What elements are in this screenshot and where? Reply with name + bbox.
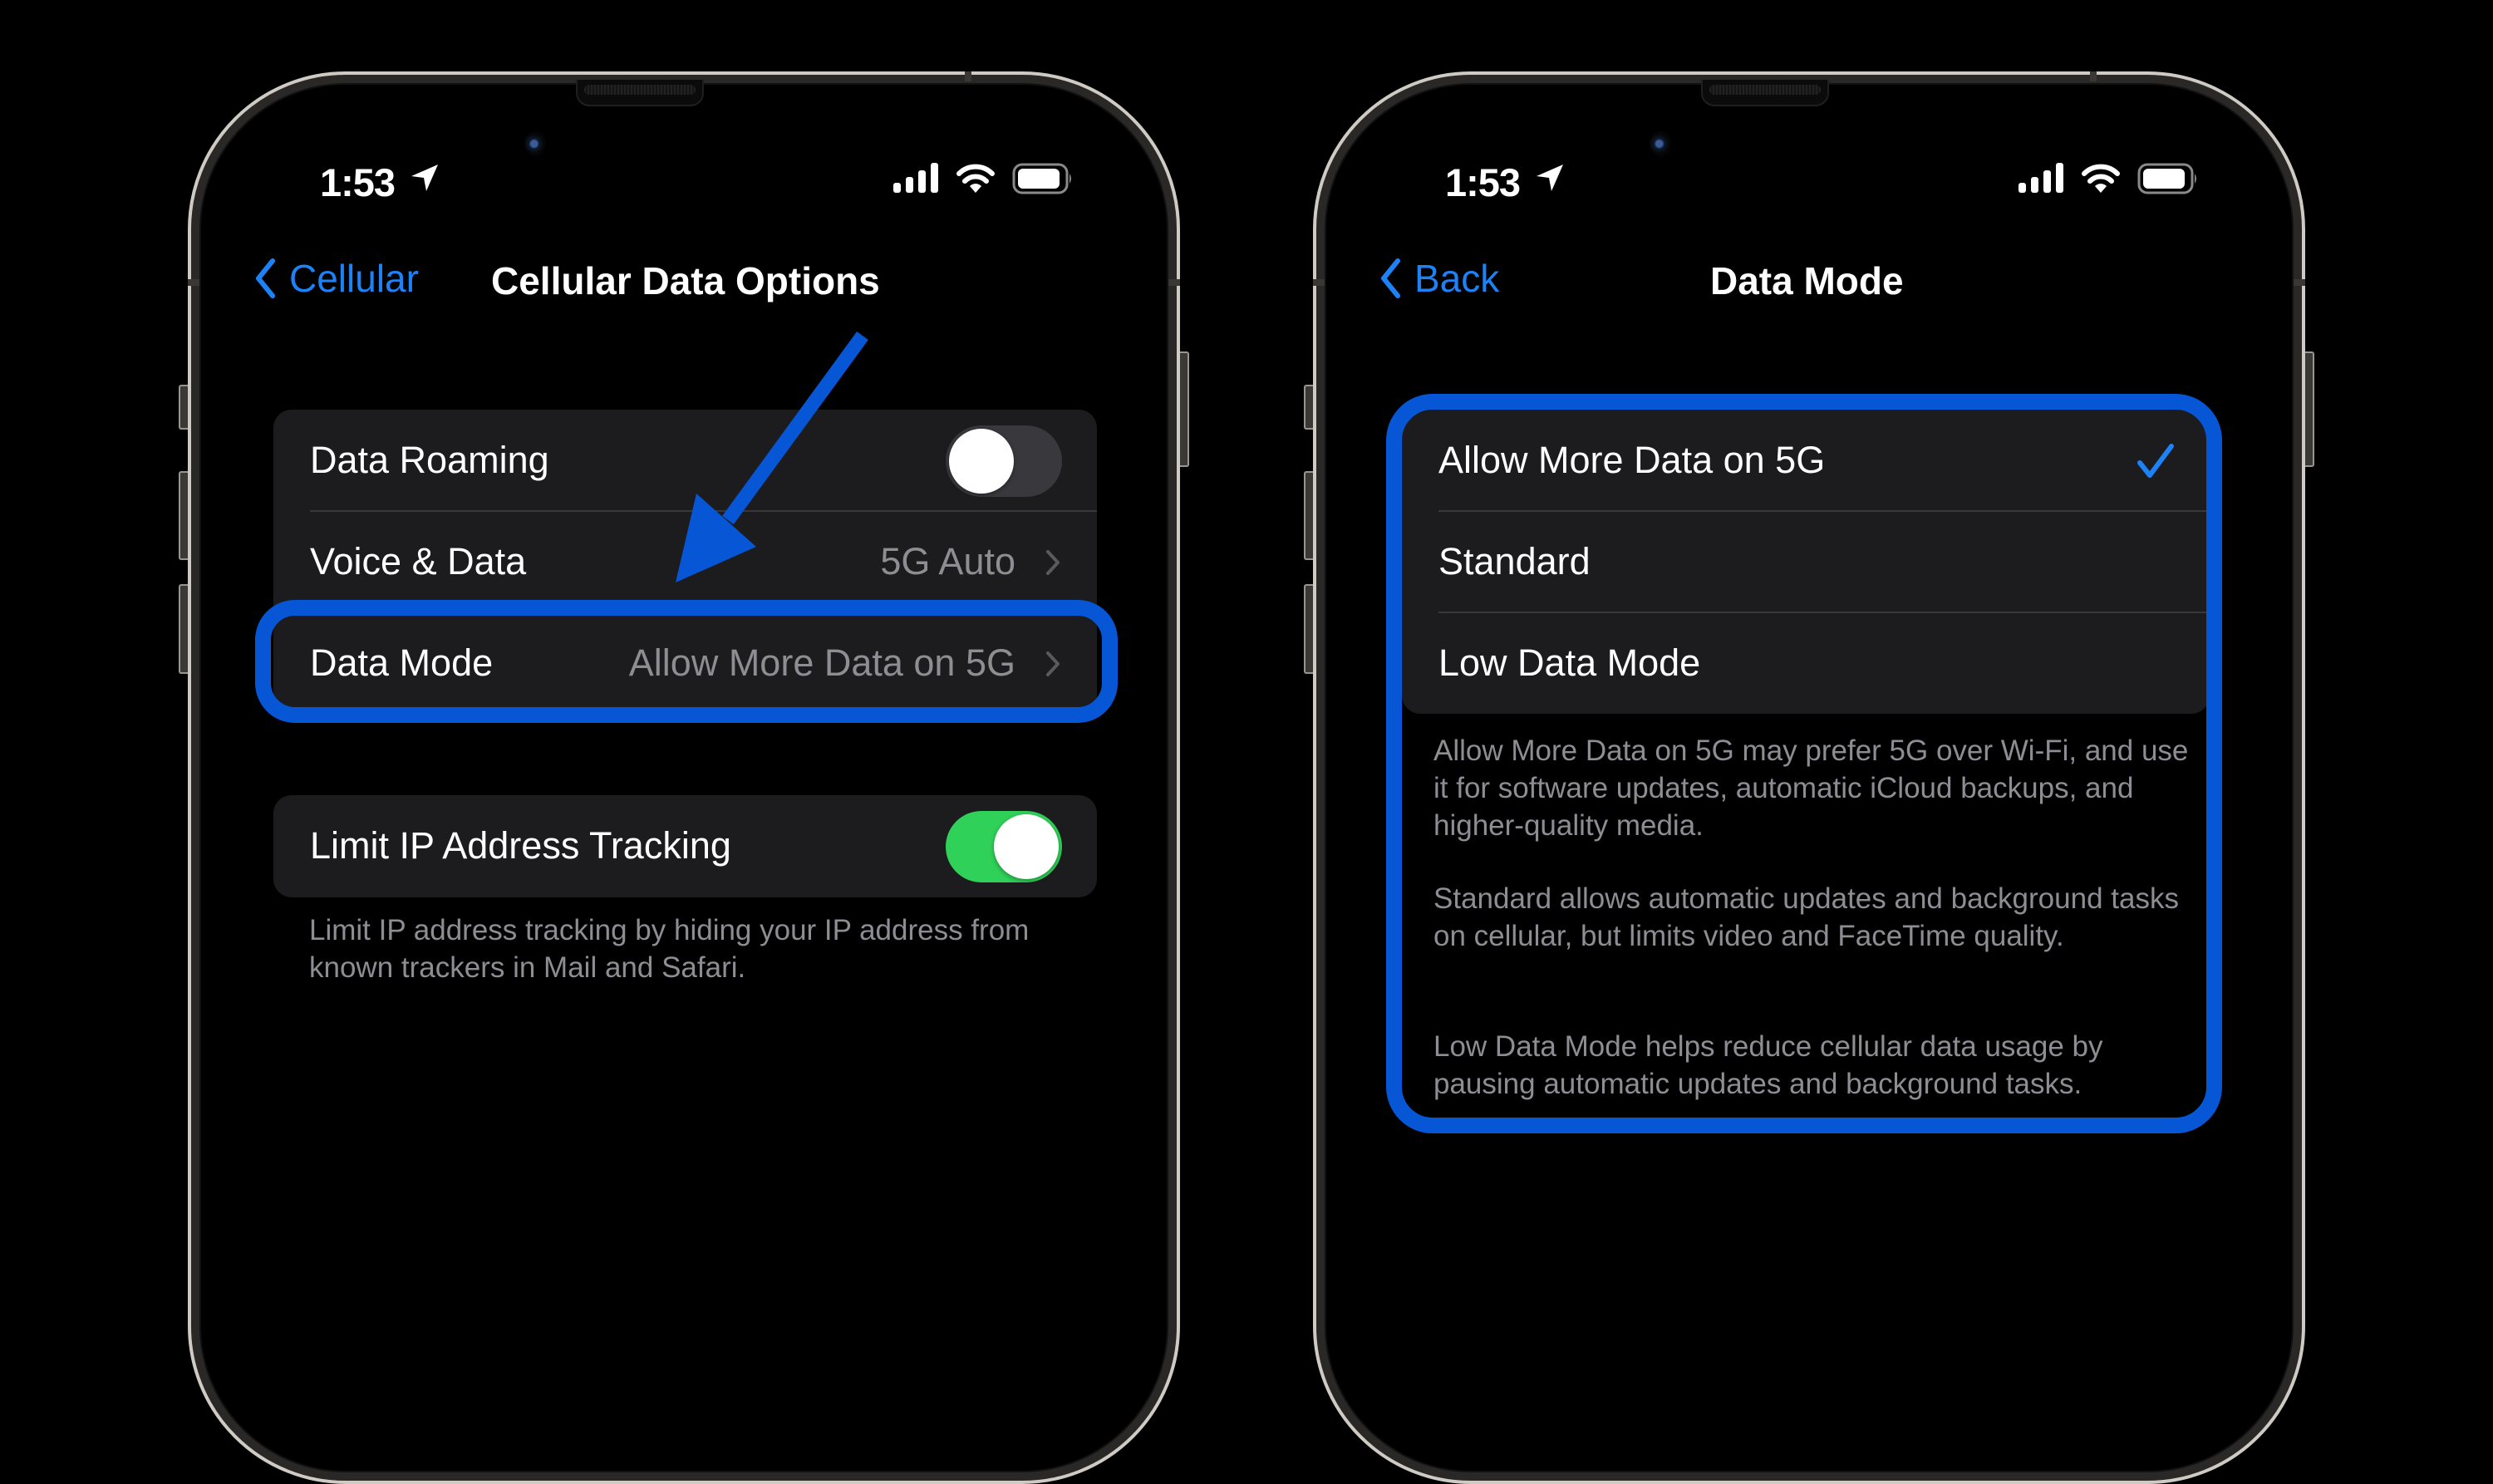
option-low-data-mode[interactable]: Low Data Mode bbox=[1402, 612, 2210, 714]
option-label: Allow More Data on 5G bbox=[1438, 439, 1826, 481]
option-allow-more-data-5g[interactable]: Allow More Data on 5G bbox=[1402, 410, 2210, 511]
left-phone: 1:53 Cellular Cellular Data Options Data… bbox=[179, 71, 1189, 1484]
chevron-left-icon bbox=[1381, 258, 1400, 298]
volume-down-button bbox=[1304, 584, 1313, 674]
option-label: Low Data Mode bbox=[1438, 641, 1701, 684]
right-phone: 1:53 Back Data Mode Allow More Data on 5… bbox=[1304, 71, 2314, 1484]
antenna-band bbox=[2090, 71, 2097, 81]
power-button bbox=[2305, 351, 2314, 467]
status-time: 1:53 bbox=[1445, 160, 1521, 204]
back-label: Back bbox=[1414, 257, 1500, 300]
location-arrow-icon bbox=[1537, 165, 1563, 191]
data-mode-options-group: Allow More Data on 5G Standard Low Data … bbox=[1402, 410, 2210, 714]
ip-tracking-footer: Limit IP address tracking by hiding your… bbox=[309, 914, 1030, 984]
battery-icon bbox=[2137, 163, 2196, 194]
option-label: Standard bbox=[1438, 540, 1591, 582]
back-button[interactable]: Back bbox=[1379, 256, 1499, 301]
checkmark-icon bbox=[2137, 444, 2174, 478]
footer-allow-more-data: Allow More Data on 5G may prefer 5G over… bbox=[1433, 735, 2189, 842]
antenna-band bbox=[1313, 279, 1325, 286]
footer-standard: Standard allows automatic updates and ba… bbox=[1433, 882, 2179, 952]
wifi-icon bbox=[2082, 164, 2120, 193]
cellular-signal-icon bbox=[2018, 163, 2063, 193]
mute-switch bbox=[1304, 385, 1313, 430]
mute-switch bbox=[179, 385, 188, 430]
limit-ip-tracking-toggle[interactable] bbox=[946, 811, 1062, 882]
volume-up-button bbox=[1304, 471, 1313, 560]
limit-ip-tracking-label: Limit IP Address Tracking bbox=[310, 824, 731, 867]
earpiece-speaker bbox=[1701, 80, 1829, 106]
antenna-band bbox=[2294, 279, 2305, 286]
volume-up-button bbox=[179, 471, 188, 560]
limit-ip-tracking-row: Limit IP Address Tracking bbox=[273, 795, 1097, 897]
front-camera bbox=[1650, 131, 1671, 156]
annotation-arrow bbox=[676, 331, 868, 582]
option-standard[interactable]: Standard bbox=[1402, 511, 2210, 612]
page-title: Data Mode bbox=[1710, 259, 1904, 302]
power-button bbox=[1180, 351, 1189, 467]
toggle-knob bbox=[994, 814, 1059, 879]
ip-tracking-group: Limit IP Address Tracking bbox=[273, 795, 1097, 897]
footer-low-data-mode: Low Data Mode helps reduce cellular data… bbox=[1433, 1030, 2103, 1100]
volume-down-button bbox=[179, 584, 188, 674]
